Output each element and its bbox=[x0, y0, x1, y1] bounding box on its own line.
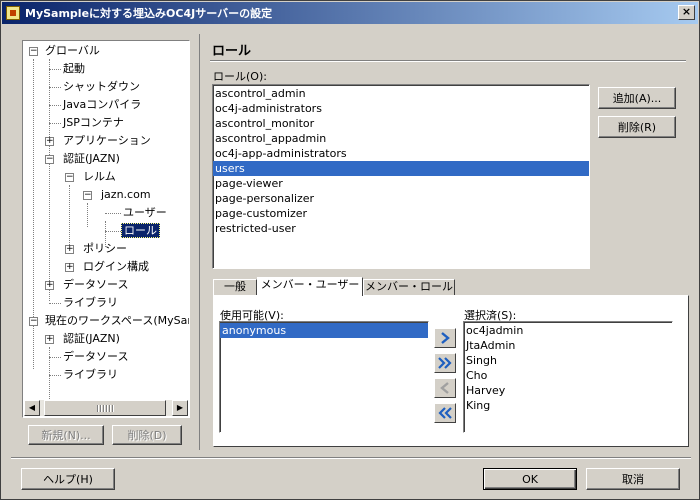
tree-item-applications[interactable]: アプリケーション bbox=[61, 132, 153, 150]
expand-icon[interactable]: + bbox=[45, 335, 54, 344]
settings-tree[interactable]: − グローバル 起動 シャットダウン Javaコンパイラ JSPコンテナ + ア… bbox=[22, 40, 190, 418]
double-chevron-left-icon bbox=[438, 407, 452, 419]
collapse-icon[interactable]: − bbox=[29, 317, 38, 326]
list-item[interactable]: page-viewer bbox=[213, 176, 589, 191]
delete-tree-button[interactable]: 削除(D) bbox=[112, 425, 182, 445]
tree-item-workspace[interactable]: 現在のワークスペース(MySamp bbox=[43, 312, 189, 330]
tree-item-roles[interactable]: ロール bbox=[121, 222, 160, 240]
tree-horizontal-scrollbar[interactable]: ◀ ▶ bbox=[24, 400, 188, 416]
expand-icon[interactable]: + bbox=[65, 245, 74, 254]
chevron-right-icon bbox=[441, 332, 450, 344]
move-all-left-button[interactable] bbox=[434, 403, 456, 423]
chevron-left-icon bbox=[440, 382, 449, 394]
tree-item-workspace-jazn[interactable]: 認証(JAZN) bbox=[61, 330, 122, 348]
tree-item-jazn-com[interactable]: jazn.com bbox=[99, 186, 153, 204]
tree-item-realm[interactable]: レルム bbox=[81, 168, 118, 186]
tree-line bbox=[49, 87, 61, 88]
list-item[interactable]: Singh bbox=[464, 353, 672, 368]
tree-item-data-sources[interactable]: データソース bbox=[61, 276, 130, 294]
tree-line bbox=[105, 213, 121, 214]
tree-line bbox=[49, 69, 61, 70]
tree-item-libraries[interactable]: ライブラリ bbox=[61, 294, 120, 312]
roles-list-label: ロール(O): bbox=[213, 70, 267, 83]
window-title: MySampleに対する埋込みOC4Jサーバーの設定 bbox=[25, 7, 273, 20]
section-divider bbox=[210, 60, 686, 62]
tree-item-startup[interactable]: 起動 bbox=[61, 60, 87, 78]
list-item[interactable]: Harvey bbox=[464, 383, 672, 398]
tree-line bbox=[49, 347, 50, 401]
settings-dialog: MySampleに対する埋込みOC4Jサーバーの設定 × − グローバル 起動 … bbox=[0, 0, 700, 500]
tree-item-policy[interactable]: ポリシー bbox=[81, 240, 129, 258]
footer-divider bbox=[11, 457, 691, 459]
tree-item-jsp-container[interactable]: JSPコンテナ bbox=[61, 114, 126, 132]
tree-line bbox=[49, 303, 61, 304]
collapse-icon[interactable]: − bbox=[83, 191, 92, 200]
tree-item-login-config[interactable]: ログイン構成 bbox=[81, 258, 151, 276]
tab-member-users[interactable]: メンバー・ユーザー bbox=[257, 277, 363, 296]
add-role-button[interactable]: 追加(A)... bbox=[598, 87, 676, 109]
tree-content: − グローバル 起動 シャットダウン Javaコンパイラ JSPコンテナ + ア… bbox=[23, 41, 189, 401]
collapse-icon[interactable]: − bbox=[45, 155, 54, 164]
scrollbar-thumb[interactable] bbox=[44, 400, 166, 416]
available-list[interactable]: anonymous bbox=[219, 321, 429, 433]
help-button[interactable]: ヘルプ(H) bbox=[21, 468, 115, 490]
list-item[interactable]: page-personalizer bbox=[213, 191, 589, 206]
list-item[interactable]: oc4jadmin bbox=[464, 323, 672, 338]
app-icon bbox=[6, 6, 20, 20]
scroll-right-icon[interactable]: ▶ bbox=[172, 400, 188, 416]
tree-line bbox=[49, 123, 61, 124]
remove-role-button[interactable]: 削除(R) bbox=[598, 116, 676, 138]
move-all-right-button[interactable] bbox=[434, 353, 456, 373]
list-item[interactable]: page-customizer bbox=[213, 206, 589, 221]
move-right-button[interactable] bbox=[434, 328, 456, 348]
tree-item-workspace-data-sources[interactable]: データソース bbox=[61, 348, 130, 366]
tree-line bbox=[105, 231, 121, 232]
section-title: ロール bbox=[212, 44, 252, 59]
grip-icon bbox=[97, 405, 115, 412]
tree-item-users[interactable]: ユーザー bbox=[121, 204, 169, 222]
tree-item-jazn[interactable]: 認証(JAZN) bbox=[61, 150, 122, 168]
list-item-selected[interactable]: anonymous bbox=[220, 323, 428, 338]
scroll-left-icon[interactable]: ◀ bbox=[24, 400, 40, 416]
selected-list[interactable]: oc4jadmin JtaAdmin Singh Cho Harvey King bbox=[463, 321, 673, 433]
cancel-button[interactable]: 取消 bbox=[586, 468, 680, 490]
list-item[interactable]: restricted-user bbox=[213, 221, 589, 236]
list-item[interactable]: ascontrol_monitor bbox=[213, 116, 589, 131]
tree-item-java-compiler[interactable]: Javaコンパイラ bbox=[61, 96, 143, 114]
tree-item-shutdown[interactable]: シャットダウン bbox=[61, 78, 142, 96]
roles-list[interactable]: ascontrol_admin oc4j-administrators asco… bbox=[212, 84, 590, 269]
tree-line bbox=[49, 375, 61, 376]
tree-item-global[interactable]: グローバル bbox=[43, 42, 102, 60]
ok-button[interactable]: OK bbox=[483, 468, 577, 490]
tree-line bbox=[49, 59, 50, 301]
list-item[interactable]: oc4j-administrators bbox=[213, 101, 589, 116]
tab-general[interactable]: 一般 bbox=[213, 279, 257, 295]
collapse-icon[interactable]: − bbox=[29, 47, 38, 56]
list-item[interactable]: oc4j-app-administrators bbox=[213, 146, 589, 161]
list-item[interactable]: King bbox=[464, 398, 672, 413]
close-icon[interactable]: × bbox=[678, 5, 695, 20]
collapse-icon[interactable]: − bbox=[65, 173, 74, 182]
list-item[interactable]: ascontrol_appadmin bbox=[213, 131, 589, 146]
tree-line bbox=[49, 357, 61, 358]
tree-line bbox=[69, 185, 70, 245]
list-item-selected[interactable]: users bbox=[213, 161, 589, 176]
list-item[interactable]: JtaAdmin bbox=[464, 338, 672, 353]
tab-member-roles[interactable]: メンバー・ロール bbox=[363, 279, 455, 295]
list-item[interactable]: Cho bbox=[464, 368, 672, 383]
tree-line bbox=[87, 203, 88, 227]
expand-icon[interactable]: + bbox=[45, 137, 54, 146]
expand-icon[interactable]: + bbox=[65, 263, 74, 272]
move-left-button[interactable] bbox=[434, 378, 456, 398]
double-chevron-right-icon bbox=[438, 357, 452, 369]
expand-icon[interactable]: + bbox=[45, 281, 54, 290]
tree-line bbox=[49, 105, 61, 106]
list-item[interactable]: ascontrol_admin bbox=[213, 86, 589, 101]
new-button[interactable]: 新規(N)... bbox=[28, 425, 104, 445]
title-bar[interactable]: MySampleに対する埋込みOC4Jサーバーの設定 × bbox=[2, 2, 698, 24]
tree-item-workspace-libraries[interactable]: ライブラリ bbox=[61, 366, 120, 384]
